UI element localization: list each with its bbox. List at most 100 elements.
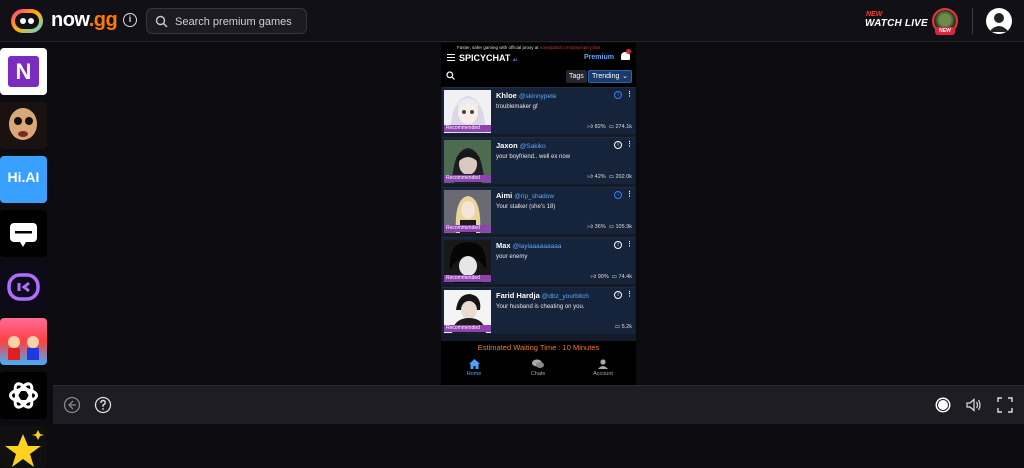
nav-chats-label: Chats xyxy=(530,371,546,377)
character-handle[interactable]: @rip_shadow xyxy=(514,193,554,200)
character-stats: 👍︎ 36% ▭ 105.9k xyxy=(587,224,632,230)
header-divider xyxy=(972,8,973,34)
like-ratio-icon: 👍︎ xyxy=(587,224,594,230)
character-description: Your stalker (she's 18) xyxy=(496,204,556,210)
volume-icon[interactable] xyxy=(965,396,983,414)
character-description: troublemaker gf xyxy=(496,104,538,110)
search-input[interactable] xyxy=(175,14,303,30)
recommended-badge: Recommended xyxy=(444,125,491,132)
chevron-down-icon: ⌄ xyxy=(622,73,628,80)
character-name[interactable]: Farid Hardja @dbz_yourbitch xyxy=(496,291,589,300)
user-icon xyxy=(989,13,1009,32)
sidebar-app-chat[interactable] xyxy=(0,210,47,257)
character-description: your enemy xyxy=(496,254,528,260)
star-icon xyxy=(5,430,44,467)
character-description: your boyfriend.. well ex now xyxy=(496,154,571,160)
chat-count-icon: ▭ xyxy=(611,274,617,280)
character-handle[interactable]: @skinnypete xyxy=(519,93,557,100)
user-account-button[interactable] xyxy=(986,8,1012,34)
proxy-url[interactable]: nowaljabid.com/play/spicychat xyxy=(540,45,601,50)
info-icon[interactable]: i xyxy=(614,241,622,249)
sidebar-app-star[interactable] xyxy=(0,426,47,468)
hi-ai-label: Hi.AI xyxy=(7,169,40,185)
doll-face-icon xyxy=(9,108,37,140)
recommended-badge: Recommended xyxy=(444,325,491,332)
more-options-icon[interactable]: ⋮ xyxy=(626,291,633,299)
back-arrow-icon[interactable] xyxy=(63,396,81,414)
premium-link[interactable]: Premium xyxy=(584,54,614,61)
sidebar-app-notion[interactable]: N xyxy=(0,48,47,95)
proxy-notice: Faster, safer gaming with official proxy… xyxy=(457,45,601,50)
nav-chats[interactable]: Chats xyxy=(506,359,570,377)
record-icon[interactable] xyxy=(934,396,952,414)
info-icon[interactable]: i xyxy=(614,141,622,149)
cartoon-characters-icon xyxy=(8,336,39,360)
chat-bubble-icon xyxy=(10,223,37,247)
info-icon[interactable]: i xyxy=(614,91,622,99)
character-stats: 👍︎ 90% ▭ 74.4k xyxy=(590,274,632,280)
account-icon xyxy=(598,359,608,369)
more-options-icon[interactable]: ⋮ xyxy=(626,191,633,199)
filter-row: Tags Trending ⌄ xyxy=(441,67,636,87)
more-options-icon[interactable]: ⋮ xyxy=(626,241,633,249)
character-name[interactable]: Khloe @skinnypete xyxy=(496,91,557,100)
character-name[interactable]: Max @laylaaaaaaaaa xyxy=(496,241,561,250)
site-search-icon[interactable] xyxy=(446,71,455,80)
help-icon[interactable] xyxy=(94,396,112,414)
fullscreen-icon[interactable] xyxy=(996,396,1014,414)
info-icon[interactable]: i xyxy=(123,13,137,27)
waiting-time-banner: Estimated Waiting Time : 10 Minutes xyxy=(441,341,636,355)
character-name[interactable]: Aimi @rip_shadow xyxy=(496,191,554,200)
chat-count-icon: ▭ xyxy=(608,224,614,230)
character-handle[interactable]: @dbz_yourbitch xyxy=(542,293,589,300)
search-icon xyxy=(155,15,168,28)
nav-account-label: Account xyxy=(593,371,613,377)
site-title[interactable]: SPICYCHAT AI xyxy=(459,53,517,63)
sidebar-app-chatgpt[interactable] xyxy=(0,372,47,419)
recommended-badge: Recommended xyxy=(444,275,491,282)
more-options-icon[interactable]: ⋮ xyxy=(626,91,633,99)
openai-knot-icon xyxy=(9,382,38,409)
chat-count-icon: ▭ xyxy=(614,324,621,330)
site-header: Faster, safer gaming with official proxy… xyxy=(441,43,636,67)
nowgg-logo-icon[interactable] xyxy=(10,8,44,34)
brand-name[interactable]: now.gg xyxy=(51,9,118,32)
sidebar-app-horror-doll[interactable] xyxy=(0,102,47,149)
sidebar-app-hi-ai[interactable]: Hi.AI xyxy=(0,156,47,203)
sidebar-app-talkie[interactable] xyxy=(0,264,47,311)
live-new-badge: NEW xyxy=(935,27,955,35)
search-bar[interactable] xyxy=(146,8,307,34)
character-card[interactable]: Recommended Khloe @skinnypete troublemake… xyxy=(442,87,635,134)
character-stats: 👍︎ 82% ▭ 274.1k xyxy=(587,124,632,130)
sort-dropdown[interactable]: Trending ⌄ xyxy=(588,70,632,83)
watch-live-new-tag: NEW xyxy=(866,11,883,18)
character-stats: 👍︎ 42% ▭ 202.0k xyxy=(587,174,632,180)
game-screen[interactable]: Faster, safer gaming with official proxy… xyxy=(441,43,636,385)
character-card[interactable]: Recommended Jaxon @Sakiko your boyfriend.… xyxy=(442,137,635,184)
character-card[interactable]: Recommended Farid Hardja @dbz_yourbitch Y… xyxy=(442,287,635,334)
more-options-icon[interactable]: ⋮ xyxy=(626,141,633,149)
info-icon[interactable]: i xyxy=(614,191,622,199)
character-name[interactable]: Jaxon @Sakiko xyxy=(496,141,546,150)
menu-icon[interactable] xyxy=(447,54,455,63)
nav-account[interactable]: Account xyxy=(571,359,635,377)
chats-icon xyxy=(532,359,544,368)
recommended-badge: Recommended xyxy=(444,225,491,232)
talkie-icon xyxy=(7,273,40,301)
info-icon[interactable]: i xyxy=(614,291,622,299)
notion-letter: N xyxy=(8,56,39,87)
character-card[interactable]: Recommended Max @laylaaaaaaaaa your enemy… xyxy=(442,237,635,284)
character-stats: ▭ 5.2k xyxy=(614,324,632,330)
like-ratio-icon: 👍︎ xyxy=(590,274,597,280)
character-handle[interactable]: @laylaaaaaaaaa xyxy=(513,243,562,250)
tags-button[interactable]: Tags xyxy=(566,70,587,83)
nav-home[interactable]: Home xyxy=(442,359,506,377)
top-bar: now.gg i NEW WATCH LIVE NEW xyxy=(0,0,1024,42)
sidebar-app-cartoon-game[interactable] xyxy=(0,318,47,365)
character-handle[interactable]: @Sakiko xyxy=(520,143,546,150)
character-card[interactable]: Recommended Aimi @rip_shadow Your stalker… xyxy=(442,187,635,234)
chat-count-icon: ▭ xyxy=(608,124,614,130)
recommended-badge: Recommended xyxy=(444,175,491,182)
bottom-nav: Home Chats Account xyxy=(441,355,636,385)
watch-live-link[interactable]: WATCH LIVE xyxy=(865,18,928,29)
